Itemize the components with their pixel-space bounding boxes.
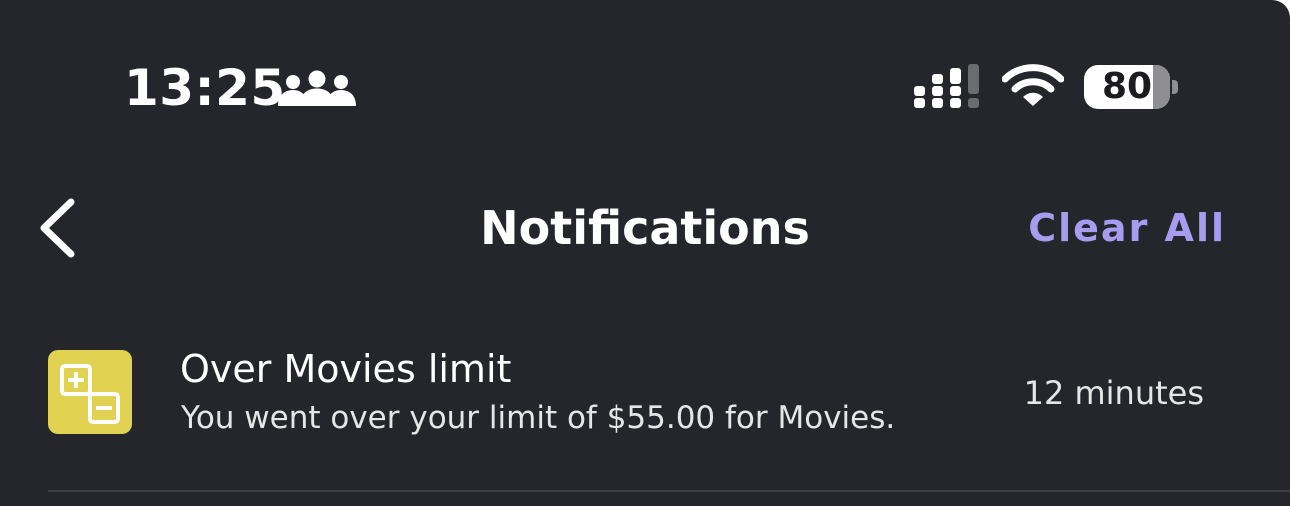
people-icon: [278, 70, 356, 106]
status-time: 13:25: [124, 59, 286, 117]
battery-indicator: 80: [1084, 65, 1170, 109]
cellular-signal-icon: [914, 64, 979, 108]
notification-item[interactable]: Over Movies limit You went over your lim…: [0, 330, 1290, 490]
notification-message: You went over your limit of $55.00 for M…: [181, 400, 896, 436]
chevron-left-icon: [40, 198, 75, 258]
budget-plus-minus-icon: [48, 350, 132, 434]
battery-level: 80: [1101, 66, 1153, 107]
wifi-icon: [1002, 64, 1064, 106]
notification-title: Over Movies limit: [180, 347, 512, 391]
back-button[interactable]: [30, 190, 90, 266]
notification-time: 12 minutes: [1023, 374, 1204, 412]
page-title: Notifications: [480, 201, 810, 255]
notifications-screen: 13:25 80 Notifications Clear All Over Mo…: [0, 0, 1290, 506]
row-divider: [48, 490, 1290, 492]
battery-cap: [1172, 80, 1178, 94]
clear-all-button[interactable]: Clear All: [1000, 202, 1226, 254]
